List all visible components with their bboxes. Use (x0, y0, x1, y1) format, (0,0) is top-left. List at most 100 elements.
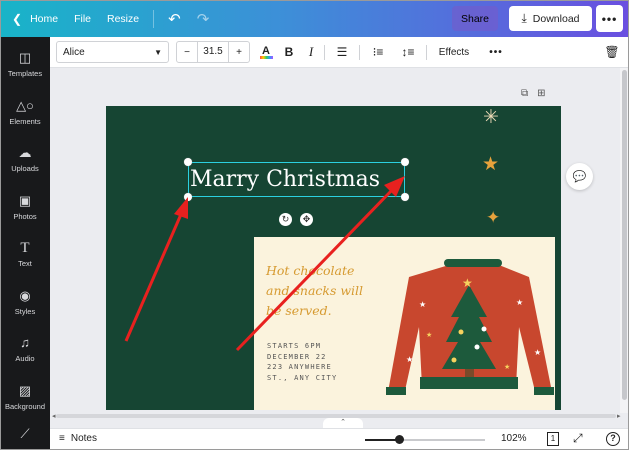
home-button[interactable]: ❮ Home (0, 0, 66, 37)
sidebar-item-label: Uploads (11, 164, 39, 173)
redo-button[interactable]: ↷ (189, 0, 218, 37)
sidebar-item-uploads[interactable]: ☁ Uploads (0, 136, 50, 182)
topbar-divider (153, 9, 155, 28)
svg-text:★: ★ (516, 298, 523, 307)
vertical-scrollbar[interactable] (620, 68, 629, 413)
download-icon: ⤓ (521, 11, 527, 25)
svg-text:★: ★ (462, 276, 473, 290)
sidebar-item-elements[interactable]: △○ Elements (0, 89, 50, 135)
sidebar-item-audio[interactable]: ♫ Audio (0, 326, 50, 372)
home-label: Home (30, 12, 59, 25)
star-icon: ★ (482, 154, 500, 175)
zoom-level[interactable]: 102% (501, 433, 527, 444)
more-toolbar-icon[interactable]: ••• (488, 41, 504, 63)
sidebar-item-templates[interactable]: ◫ Templates (0, 41, 50, 87)
sidebar-item-photos[interactable]: ▣ Photos (0, 184, 50, 230)
audio-icon: ♫ (20, 335, 30, 350)
sidebar-item-label: Templates (7, 69, 43, 78)
font-family-select[interactable]: Alice ▼ (56, 41, 169, 63)
svg-text:★: ★ (419, 300, 426, 309)
notes-icon: ≡ (59, 433, 65, 444)
download-button[interactable]: ⤓ Download (509, 6, 592, 31)
selection-box[interactable] (184, 158, 409, 201)
file-menu[interactable]: File (66, 0, 99, 37)
page-count-button[interactable]: 1 (547, 432, 559, 446)
resize-handle-top-left[interactable] (184, 158, 192, 166)
font-size-input[interactable]: 31.5 (197, 42, 229, 62)
scroll-left-icon[interactable]: ◂ (52, 412, 56, 420)
sidebar-item-styles[interactable]: ◉ Styles (0, 279, 50, 325)
resize-menu[interactable]: Resize (99, 0, 147, 37)
line-spacing-icon[interactable]: ↕≡ (398, 41, 418, 63)
font-family-value: Alice (63, 46, 85, 58)
svg-text:★: ★ (504, 363, 510, 371)
undo-icon: ↶ (168, 10, 181, 28)
effects-button[interactable]: Effects (434, 41, 474, 63)
toolbar-divider (359, 45, 360, 60)
scroll-thumb[interactable] (622, 70, 627, 400)
toolbar-divider (426, 45, 427, 60)
align-center-icon[interactable]: ☰ (332, 41, 352, 63)
file-label: File (74, 12, 91, 25)
styles-icon: ◉ (19, 288, 31, 303)
text-color-button[interactable]: A (256, 41, 276, 63)
decrease-font-size-button[interactable]: − (177, 47, 197, 58)
duplicate-page-icon[interactable]: ⧉ (521, 88, 528, 99)
list-icon[interactable]: ⁝≡ (368, 41, 388, 63)
text-toolbar: Alice ▼ − 31.5 + A B I ☰ ⁝≡ ↕≡ Effects •… (50, 37, 629, 68)
elements-icon: △○ (16, 98, 34, 113)
sidebar-item-label: Photos (13, 212, 37, 221)
comment-icon[interactable]: 💬 (566, 163, 593, 190)
scroll-right-icon[interactable]: ▸ (617, 412, 621, 420)
italic-button[interactable]: I (302, 41, 320, 63)
notes-label: Notes (70, 433, 97, 444)
snowflake-icon: ✳ (483, 107, 499, 128)
add-page-icon[interactable]: ⊞ (537, 88, 545, 99)
move-icon[interactable]: ✥ (300, 213, 313, 226)
notes-button[interactable]: ≡ Notes (59, 433, 97, 444)
download-label: Download (532, 12, 580, 25)
chevron-left-icon: ❮ (12, 11, 23, 26)
font-size-stepper: − 31.5 + (176, 41, 250, 63)
redo-icon: ↷ (196, 10, 210, 28)
svg-text:★: ★ (406, 355, 413, 364)
help-button[interactable]: ? (606, 432, 620, 446)
background-icon: ▨ (18, 383, 32, 398)
undo-button[interactable]: ↶ (160, 0, 189, 37)
resize-handle-bottom-left[interactable] (184, 193, 192, 201)
sidebar-item-text[interactable]: T Text (0, 231, 50, 277)
zoom-slider-knob[interactable] (394, 435, 404, 444)
sparkle-icon: ✦ (486, 208, 501, 227)
sidebar-item-label: Text (18, 259, 32, 268)
increase-font-size-button[interactable]: + (229, 47, 249, 58)
toolbar-divider (324, 45, 325, 60)
more-options-button[interactable]: ••• (596, 5, 623, 32)
photos-icon: ▣ (18, 193, 32, 208)
sidebar-item-background[interactable]: ▨ Background (0, 374, 50, 420)
christmas-sweater-illustration: ★ ★ ★ ★ ★ ★ ★ (386, 259, 554, 395)
text-icon: T (20, 240, 30, 256)
sidebar-item-label: Styles (14, 307, 36, 316)
resize-handle-top-right[interactable] (401, 158, 409, 166)
sidebar-item-label: Background (4, 402, 46, 411)
trash-icon[interactable]: 🗑 (603, 41, 621, 63)
rotate-icon[interactable]: ↻ (279, 213, 292, 226)
svg-text:★: ★ (426, 331, 432, 339)
show-pages-toggle[interactable]: ⌃ (323, 418, 363, 428)
resize-label: Resize (107, 12, 140, 25)
sidebar-item-charts[interactable]: ⟋ (0, 419, 50, 449)
resize-handle-bottom-right[interactable] (401, 193, 409, 201)
page-tools: ⧉ ⊞ (521, 88, 546, 99)
svg-text:★: ★ (534, 348, 541, 357)
bottom-bar: ≡ Notes 102% 1 ⤢ ? (50, 428, 629, 450)
chevron-down-icon: ▼ (154, 47, 162, 57)
share-button[interactable]: Share (452, 6, 498, 31)
invitation-card[interactable]: Hot chocolate and snacks will be served.… (254, 237, 555, 410)
sidebar-item-label: Elements (9, 117, 41, 126)
fullscreen-icon[interactable]: ⤢ (573, 431, 583, 446)
zoom-slider-fill (365, 439, 399, 441)
bold-button[interactable]: B (280, 41, 298, 63)
templates-icon: ◫ (18, 50, 32, 65)
sidebar-item-label: Audio (15, 354, 35, 363)
zoom-slider[interactable] (365, 435, 485, 444)
